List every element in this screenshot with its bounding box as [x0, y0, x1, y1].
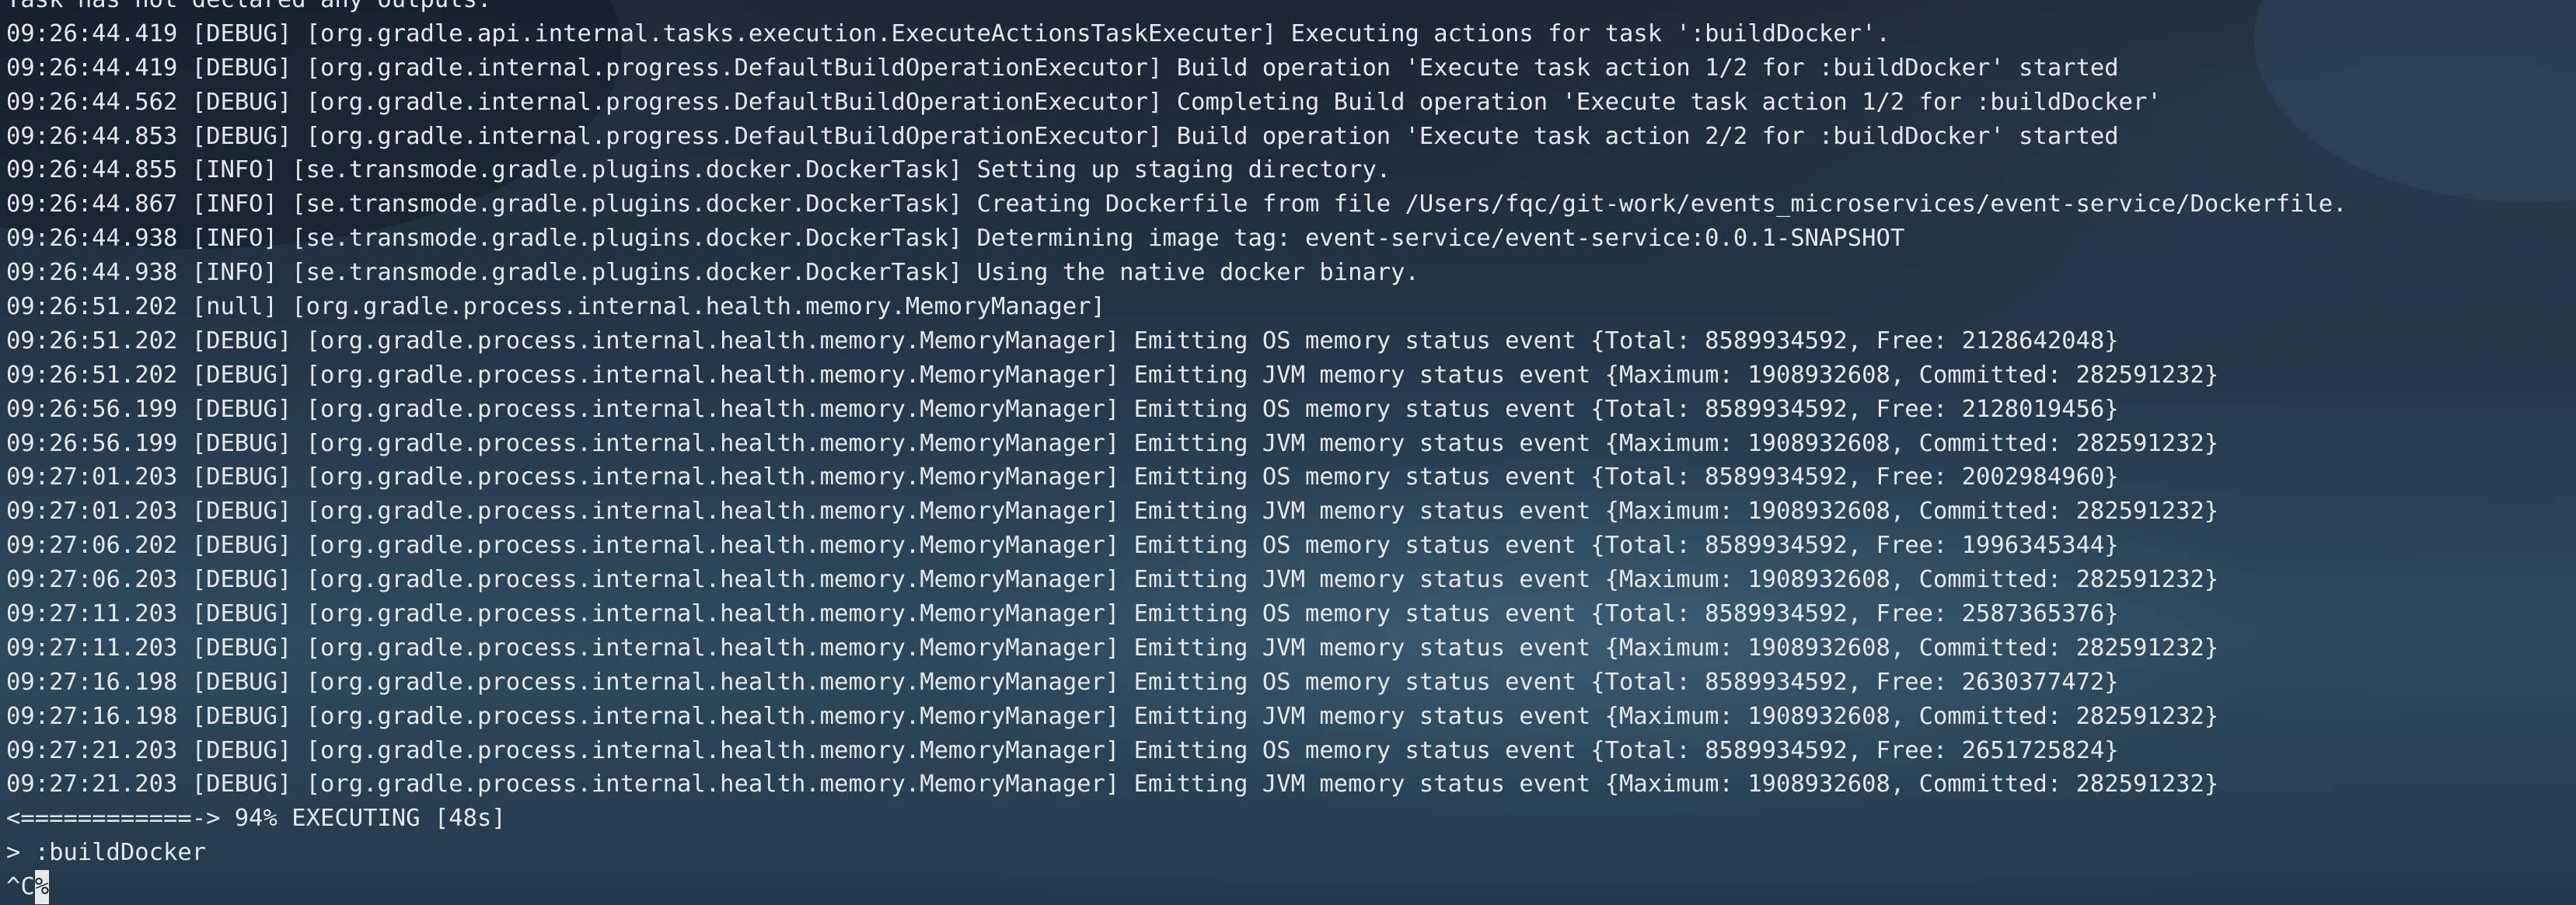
log-line: 09:26:44.938 [INFO] [se.transmode.gradle… — [6, 225, 1905, 253]
log-line: 09:26:51.202 [null] [org.gradle.process.… — [6, 293, 1105, 321]
log-line: 09:27:06.203 [DEBUG] [org.gradle.process… — [6, 566, 2219, 594]
log-line: 09:26:44.419 [DEBUG] [org.gradle.api.int… — [6, 19, 1890, 47]
log-line: 09:27:01.203 [DEBUG] [org.gradle.process… — [6, 463, 2119, 491]
terminal-output: Task has not declared any outputs. 09:26:… — [6, 0, 2347, 905]
terminal-window[interactable]: Task has not declared any outputs. 09:26:… — [0, 0, 2576, 905]
log-line: 09:27:21.203 [DEBUG] [org.gradle.process… — [6, 736, 2119, 764]
log-line: 09:27:16.198 [DEBUG] [org.gradle.process… — [6, 668, 2119, 696]
progress-line: <============-> 94% EXECUTING [48s] — [6, 805, 506, 833]
log-line: 09:26:44.867 [INFO] [se.transmode.gradle… — [6, 190, 2347, 218]
interrupt-text: ^C — [6, 873, 35, 901]
log-line: 09:27:11.203 [DEBUG] [org.gradle.process… — [6, 600, 2119, 628]
current-task-line: > :buildDocker — [6, 839, 207, 867]
log-line: 09:26:44.419 [DEBUG] [org.gradle.interna… — [6, 54, 2119, 82]
log-line: 09:27:06.202 [DEBUG] [org.gradle.process… — [6, 532, 2119, 560]
log-line: 09:26:51.202 [DEBUG] [org.gradle.process… — [6, 327, 2119, 355]
log-line: 09:26:56.199 [DEBUG] [org.gradle.process… — [6, 395, 2119, 423]
log-line: 09:27:11.203 [DEBUG] [org.gradle.process… — [6, 634, 2219, 662]
log-line: Task has not declared any outputs. — [6, 0, 2347, 17]
log-line: 09:26:44.938 [INFO] [se.transmode.gradle… — [6, 259, 1419, 287]
log-line: 09:26:44.562 [DEBUG] [org.gradle.interna… — [6, 88, 2162, 116]
log-line: 09:26:44.855 [INFO] [se.transmode.gradle… — [6, 156, 1391, 184]
log-line: 09:27:01.203 [DEBUG] [org.gradle.process… — [6, 498, 2219, 526]
log-line: 09:26:44.853 [DEBUG] [org.gradle.interna… — [6, 122, 2119, 150]
log-line: 09:27:21.203 [DEBUG] [org.gradle.process… — [6, 770, 2219, 798]
cursor[interactable]: % — [34, 870, 50, 905]
prompt-line[interactable]: ^C% — [6, 870, 2347, 905]
log-line: 09:26:51.202 [DEBUG] [org.gradle.process… — [6, 361, 2219, 389]
log-line: 09:26:56.199 [DEBUG] [org.gradle.process… — [6, 429, 2219, 457]
log-line: 09:27:16.198 [DEBUG] [org.gradle.process… — [6, 702, 2219, 730]
